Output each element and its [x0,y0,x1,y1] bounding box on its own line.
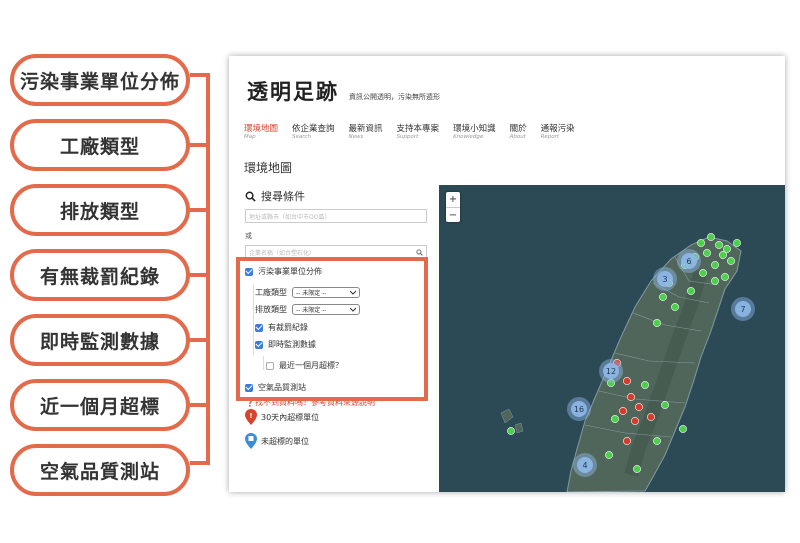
station-marker[interactable] [507,427,515,435]
marker-cluster[interactable]: 12 [599,359,623,383]
callout-penalty-record: 有無裁罰紀錄 [10,249,190,301]
cluster-count: 7 [740,305,745,314]
nav-label: 依企業查詢 [292,124,335,134]
station-marker[interactable] [687,287,695,295]
marker-cluster[interactable]: 4 [573,453,597,477]
filter-highlight-box [236,257,428,401]
search-heading-label: 搜尋條件 [261,190,305,203]
callout-connector [190,338,210,342]
nav-search[interactable]: 依企業查詢 Search [292,122,335,140]
site-tagline: 資訊公開透明，污染無所遁形 [349,93,440,101]
cluster-count: 6 [686,257,691,266]
marker-cluster[interactable]: 16 [567,397,591,421]
exceed-marker[interactable] [623,377,631,385]
marker-cluster[interactable]: 7 [731,297,755,321]
nav-label: 環境地圖 [244,124,279,134]
company-input-placeholder: 企業名稱（如台塑石化） [249,249,316,257]
address-input[interactable]: 地址或縣市（如台中市OO區） [245,209,427,223]
nav-sublabel: News [348,134,364,140]
station-marker[interactable] [633,465,641,473]
station-marker[interactable] [733,239,741,247]
nav-sublabel: Knowledge [453,134,484,140]
exceed-marker[interactable] [627,393,635,401]
legend-exceed: ! 30天內超標單位 [245,409,319,425]
factory-marker-icon [245,433,257,449]
cluster-count: 16 [574,405,584,414]
nav-label: 關於 [509,124,527,134]
callout-air-quality-station: 空氣品質測站 [10,444,190,496]
exceed-marker[interactable] [623,437,631,445]
station-marker[interactable] [661,401,669,409]
marker-layer: 6 3 7 12 16 4 [507,233,755,477]
search-heading: 搜尋條件 [245,188,305,204]
search-icon [416,248,423,256]
nav-sublabel: Map [244,134,256,140]
website-screenshot: 透明足跡 資訊公開透明，污染無所遁形 環境地圖 Map 依企業查詢 Search… [229,56,785,492]
station-marker[interactable] [707,233,715,241]
callout-factory-type: 工廠類型 [10,119,190,171]
cluster-count: 4 [582,461,587,470]
legend-label: 30天內超標單位 [261,412,320,422]
nav-label: 最新資訊 [348,124,383,134]
callout-realtime-monitoring: 即時監測數據 [10,314,190,366]
station-marker[interactable] [703,249,711,257]
callout-emission-type: 排放類型 [10,184,190,236]
station-marker[interactable] [659,293,667,301]
nav-sublabel: Report [540,134,560,140]
station-marker[interactable] [641,381,649,389]
nav-map[interactable]: 環境地圖 Map [244,122,278,140]
main-nav: 環境地圖 Map 依企業查詢 Search 最新資訊 News 支持本專案 Su… [244,122,589,140]
nav-knowledge[interactable]: 環境小知識 Knowledge [453,122,496,140]
callout-pollution-units: 污染事業單位分佈 [10,54,190,106]
site-logo: 透明足跡 [247,79,339,104]
or-label: 或 [245,232,252,240]
callout-last-month-exceed: 近一個月超標 [10,379,190,431]
svg-text:!: ! [249,412,252,420]
nav-sublabel: Search [292,134,312,140]
station-marker[interactable] [679,425,687,433]
nav-support[interactable]: 支持本專案 Support [397,122,440,140]
legend-label: 未超標的單位 [261,436,309,446]
nav-label: 支持本專案 [396,124,440,134]
station-marker[interactable] [715,241,723,249]
nav-label: 通報污染 [540,124,575,134]
station-marker[interactable] [653,319,661,327]
exceed-marker[interactable] [635,403,643,411]
station-marker[interactable] [721,273,729,281]
nav-about[interactable]: 關於 About [510,122,527,140]
station-marker[interactable] [711,277,719,285]
cluster-count: 12 [606,367,616,376]
callout-connector [190,403,210,407]
callout-connector [190,143,210,147]
nav-sublabel: Support [396,134,419,140]
legend-normal: 未超標的單位 [245,433,309,449]
station-marker[interactable] [719,251,727,259]
warning-marker-icon: ! [245,409,257,425]
search-icon [245,191,256,202]
cluster-count: 3 [662,275,667,284]
nav-label: 環境小知識 [453,124,496,134]
exceed-marker[interactable] [647,413,655,421]
exceed-marker[interactable] [631,417,639,425]
station-marker[interactable] [711,261,719,269]
station-marker[interactable] [605,451,613,459]
callout-connector [190,208,210,212]
site-brand[interactable]: 透明足跡 資訊公開透明，污染無所遁形 [247,76,440,106]
nav-news[interactable]: 最新資訊 News [349,122,383,140]
station-marker[interactable] [611,415,619,423]
station-marker[interactable] [653,437,661,445]
callout-connector [190,273,210,277]
environment-map[interactable]: + − 6 3 7 12 16 4 [439,185,785,492]
nav-report[interactable]: 通報污染 Report [541,122,575,140]
page-title: 環境地圖 [244,161,293,175]
station-marker[interactable] [671,303,679,311]
nav-sublabel: About [509,134,526,140]
station-marker[interactable] [697,239,705,247]
marker-cluster[interactable]: 3 [653,267,677,291]
station-marker[interactable] [699,269,707,277]
station-marker[interactable] [727,257,735,265]
exceed-marker[interactable] [619,407,627,415]
marker-cluster[interactable]: 6 [677,249,701,273]
